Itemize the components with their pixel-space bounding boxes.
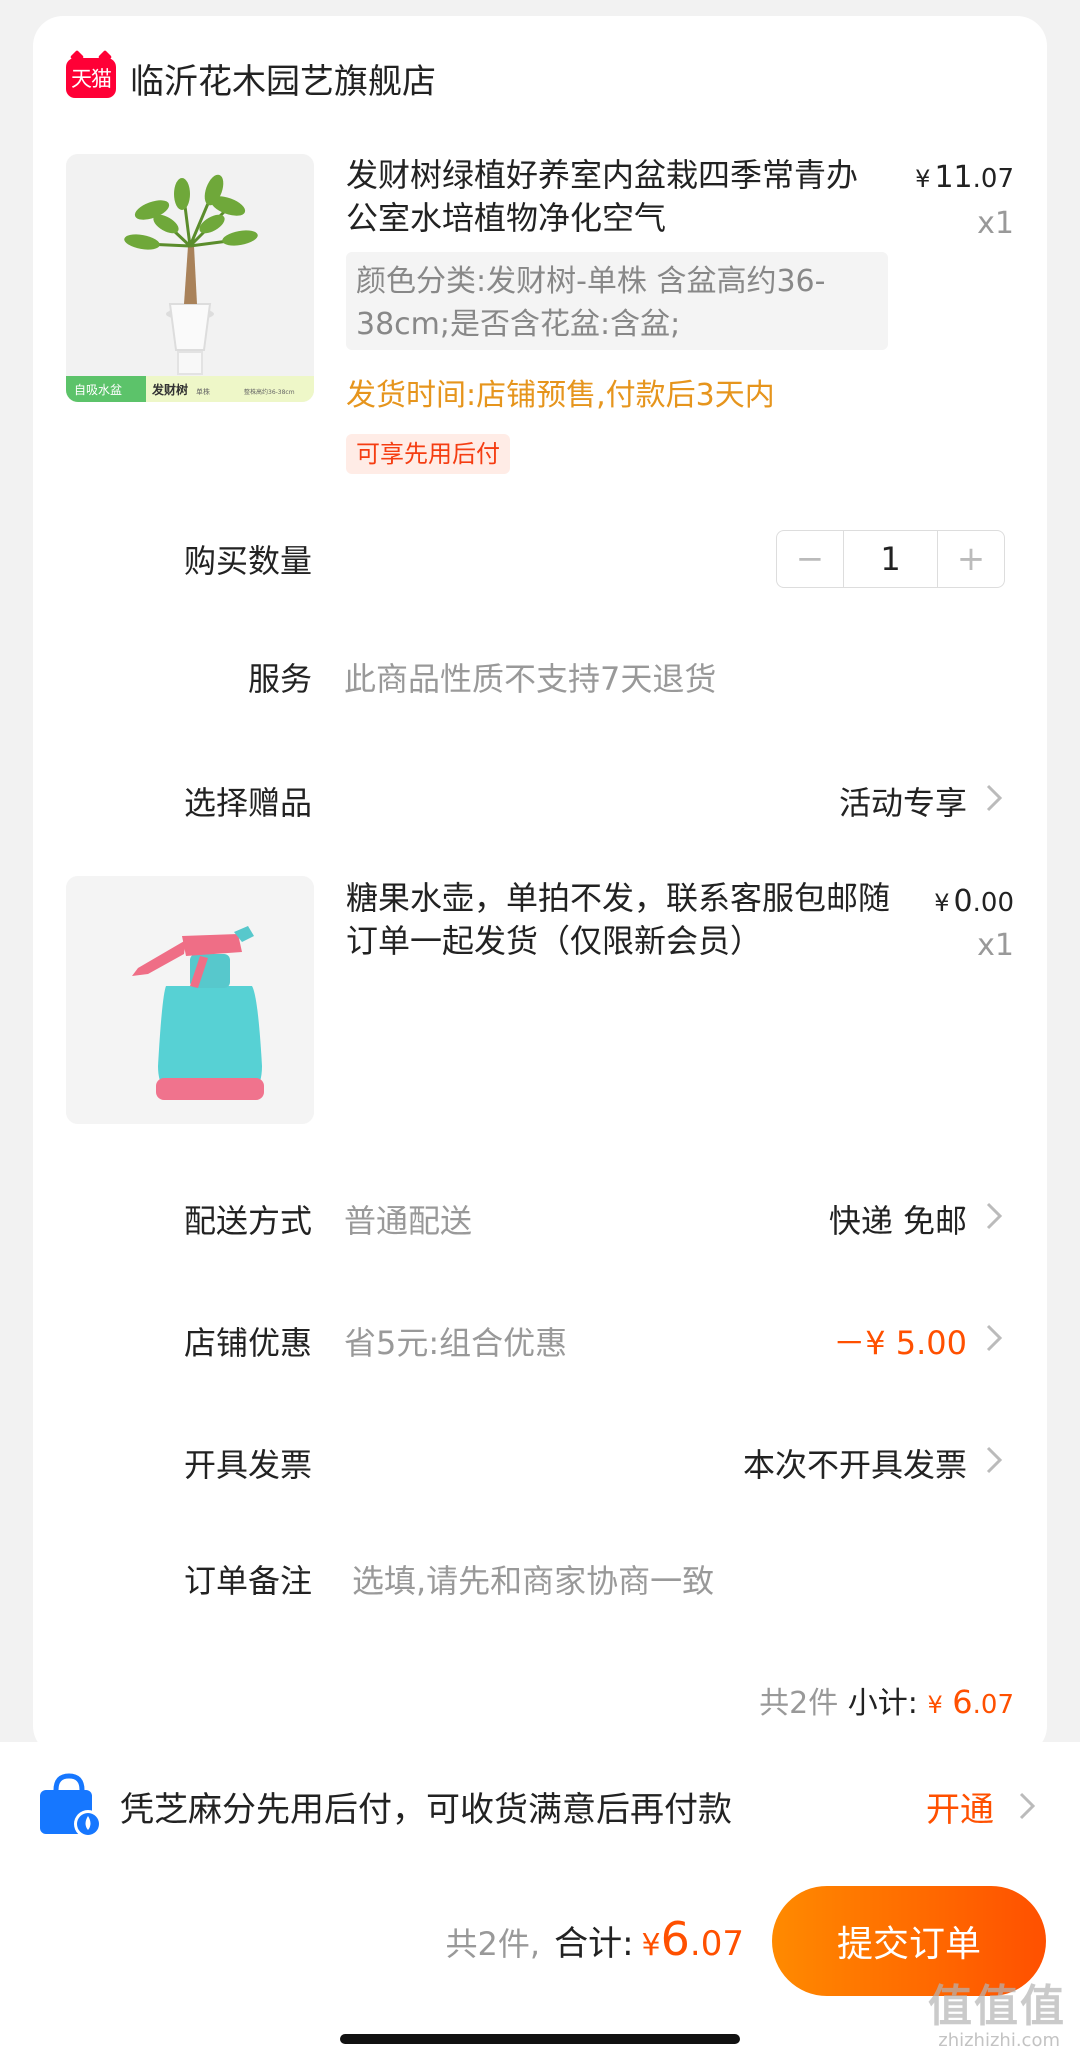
subtotal-dec: .07 [972, 1690, 1014, 1720]
chevron-right-icon[interactable] [978, 778, 1010, 818]
invoice-value[interactable]: 本次不开具发票 [743, 1440, 967, 1486]
image-label-mid: 发财树 [151, 382, 188, 397]
product-image[interactable]: 自吸水盆 发财树 单株 整株高约36-38cm [66, 154, 314, 402]
quantity-stepper[interactable]: − 1 + [776, 530, 1005, 588]
pay-later-banner[interactable]: 凭芝麻分先用后付，可收货满意后再付款 开通 [0, 1742, 1080, 1870]
service-value: 此商品性质不支持7天退货 [344, 660, 717, 698]
quantity-label: 购买数量 [183, 542, 312, 580]
chevron-right-icon[interactable] [978, 1318, 1010, 1358]
discount-label: 店铺优惠 [183, 1324, 312, 1362]
total-label: 合计: [554, 1924, 634, 1964]
shipping-time: 发货时间:店铺预售,付款后3天内 [346, 378, 775, 413]
note-input[interactable]: 选填,请先和商家协商一致 [352, 1556, 714, 1602]
image-label-right: 整株高约36-38cm [244, 388, 295, 396]
delivery-label: 配送方式 [183, 1202, 312, 1240]
watermark-url: zhizhizhi.com [938, 2030, 1060, 2051]
chevron-right-icon[interactable] [1012, 1786, 1042, 1826]
subtotal-currency: ¥ [927, 1691, 943, 1719]
home-indicator[interactable] [340, 2034, 740, 2044]
delivery-value[interactable]: 快递 免邮 [829, 1196, 967, 1242]
price-dec: .07 [972, 164, 1014, 194]
order-total: 共2件, 合计: ¥ 6 .07 [446, 1912, 744, 1966]
total-dec: .07 [689, 1924, 744, 1964]
decrement-button[interactable]: − [777, 531, 843, 587]
price-currency: ¥ [915, 165, 931, 193]
subtotal: 共2件 小计: ¥ 6.07 [759, 1678, 1014, 1722]
spray-bottle-illustration [66, 876, 314, 1124]
tmall-logo: 天猫 [66, 58, 116, 98]
store-header[interactable]: 天猫 临沂花木园艺旗舰店 [66, 56, 436, 102]
pay-later-badge: 可享先用后付 [346, 434, 510, 474]
subtotal-count: 共2件 [759, 1686, 839, 1721]
product-price: ¥11.07 [915, 160, 1014, 195]
gift-price-dec: .00 [972, 888, 1014, 918]
discount-sub: 省5元:组合优惠 [344, 1324, 568, 1362]
image-label-unit: 单株 [196, 387, 210, 396]
gift-label: 选择赠品 [183, 784, 312, 822]
total-currency: ¥ [641, 1928, 661, 1963]
price-int: 11 [934, 160, 973, 195]
pay-later-text: 凭芝麻分先用后付，可收货满意后再付款 [120, 1790, 732, 1830]
delivery-sub: 普通配送 [344, 1202, 473, 1240]
gift-title[interactable]: 糖果水壶，单拍不发，联系客服包邮随订单一起发货（仅限新会员） [346, 877, 906, 963]
watermark: 值值值 [928, 1981, 1066, 2032]
total-int: 6 [660, 1912, 690, 1966]
product-sku[interactable]: 颜色分类:发财树-单株 含盆高约36-38cm;是否含花盆:含盆; [346, 252, 888, 350]
checkout-bar: 共2件, 合计: ¥ 6 .07 提交订单 值值值 zhizhizhi.com [0, 1870, 1080, 2058]
gift-price-int: 0 [953, 884, 973, 919]
discount-value[interactable]: －¥ 5.00 [833, 1318, 967, 1364]
gift-price: ¥0.00 [934, 884, 1014, 919]
chevron-right-icon[interactable] [978, 1440, 1010, 1480]
shopping-bag-icon [40, 1773, 102, 1838]
image-label-left: 自吸水盆 [74, 383, 122, 397]
product-quantity: x1 [977, 206, 1014, 241]
subtotal-amount: ¥ 6.07 [927, 1683, 1014, 1721]
chevron-right-icon[interactable] [978, 1196, 1010, 1236]
invoice-label: 开具发票 [183, 1446, 312, 1484]
store-name: 临沂花木园艺旗舰店 [130, 61, 436, 102]
gift-value[interactable]: 活动专享 [839, 778, 967, 824]
service-label: 服务 [247, 660, 312, 698]
subtotal-label: 小计: [847, 1686, 918, 1721]
quantity-value[interactable]: 1 [843, 531, 938, 587]
increment-button[interactable]: + [938, 531, 1004, 587]
open-pay-later-button[interactable]: 开通 [926, 1782, 994, 1831]
gift-price-currency: ¥ [934, 889, 950, 917]
product-title[interactable]: 发财树绿植好养室内盆栽四季常青办公室水培植物净化空气 [346, 154, 886, 240]
gift-quantity: x1 [977, 928, 1014, 963]
money-tree-plant-illustration: 自吸水盆 发财树 单株 整株高约36-38cm [66, 154, 314, 402]
subtotal-int: 6 [952, 1683, 973, 1721]
note-label: 订单备注 [183, 1562, 312, 1600]
total-count: 共2件, [445, 1925, 541, 1963]
gift-image[interactable] [66, 876, 314, 1124]
